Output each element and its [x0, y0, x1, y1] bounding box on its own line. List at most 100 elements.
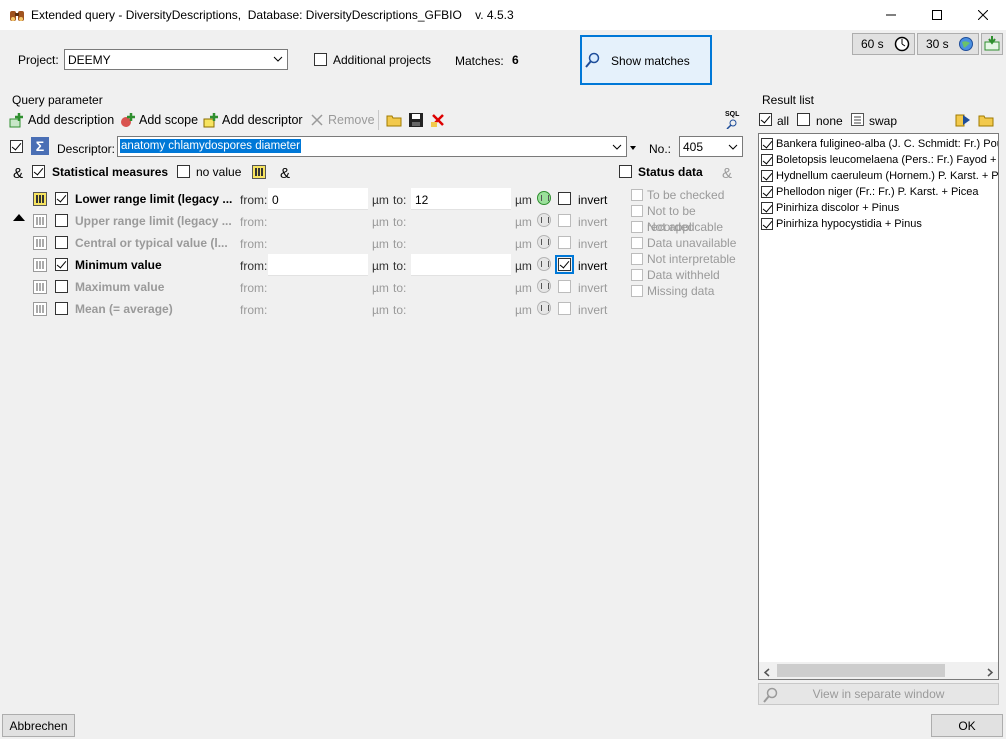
- calculator-icon[interactable]: [33, 214, 47, 228]
- clear-icon[interactable]: [430, 112, 446, 131]
- invert-checkbox[interactable]: [555, 255, 574, 274]
- result-checkbox[interactable]: [761, 218, 773, 230]
- scroll-right-icon[interactable]: [986, 666, 994, 679]
- status-checkbox[interactable]: [631, 189, 643, 201]
- status-item[interactable]: Not interpretable: [631, 251, 741, 267]
- cancel-button[interactable]: Abbrechen: [2, 714, 75, 737]
- waveform-icon[interactable]: [537, 235, 551, 249]
- result-list-box[interactable]: Bankera fuligineo-alba (J. C. Schmidt: F…: [758, 133, 999, 680]
- measure-checkbox[interactable]: [55, 214, 68, 227]
- result-checkbox[interactable]: [761, 170, 773, 182]
- add-scope-button[interactable]: Add scope: [120, 112, 198, 128]
- ok-button[interactable]: OK: [931, 714, 1003, 737]
- scrollbar-thumb[interactable]: [777, 664, 945, 677]
- measure-checkbox[interactable]: [55, 258, 68, 271]
- invert-checkbox[interactable]: [558, 192, 571, 205]
- result-list-item[interactable]: Bankera fuligineo-alba (J. C. Schmidt: F…: [759, 136, 998, 152]
- number-select[interactable]: 405: [679, 136, 743, 157]
- load-list-icon[interactable]: [955, 112, 971, 131]
- all-checkbox[interactable]: [759, 113, 772, 126]
- waveform-icon[interactable]: [537, 191, 551, 205]
- unit-label: µm: [372, 303, 389, 317]
- project-select[interactable]: DEEMY: [64, 49, 288, 70]
- view-separate-window-button[interactable]: View in separate window: [758, 683, 999, 705]
- remove-button[interactable]: Remove: [309, 112, 375, 128]
- calculator-icon[interactable]: [33, 302, 47, 316]
- status-checkbox[interactable]: [631, 269, 643, 281]
- result-list-item[interactable]: Pinirhiza discolor + Pinus: [759, 200, 998, 216]
- calculator-icon[interactable]: [33, 192, 47, 206]
- and-operator-label[interactable]: &: [13, 165, 23, 182]
- dropdown-arrow-icon[interactable]: [630, 141, 638, 155]
- status-and-operator[interactable]: &: [722, 165, 732, 182]
- statistical-measures-checkbox[interactable]: [32, 165, 45, 178]
- status-item[interactable]: To be checked: [631, 187, 741, 203]
- descriptor-checkbox[interactable]: [10, 140, 23, 153]
- calculator-icon[interactable]: [33, 258, 47, 272]
- status-item[interactable]: Missing data: [631, 283, 741, 299]
- to-input[interactable]: 12: [411, 188, 511, 210]
- result-checkbox[interactable]: [761, 186, 773, 198]
- result-checkbox[interactable]: [761, 138, 773, 150]
- status-data-checkbox[interactable]: [619, 165, 632, 178]
- close-button[interactable]: [960, 0, 1006, 30]
- status-checkbox[interactable]: [631, 285, 643, 297]
- waveform-icon[interactable]: [537, 301, 551, 315]
- from-input[interactable]: 0: [268, 188, 368, 210]
- result-list-item[interactable]: Boletopsis leucomelaena (Pers.: Fr.) Fay…: [759, 152, 998, 168]
- timer-60s-button[interactable]: 60 s: [852, 33, 915, 55]
- invert-checkbox[interactable]: [558, 214, 571, 227]
- unit-label: µm: [372, 237, 389, 251]
- measure-checkbox[interactable]: [55, 236, 68, 249]
- maximize-button[interactable]: [914, 0, 960, 30]
- descriptor-select[interactable]: anatomy chlamydospores diameter: [117, 136, 627, 157]
- open-folder-icon[interactable]: [386, 112, 402, 131]
- minimize-button[interactable]: [868, 0, 914, 30]
- status-checkbox[interactable]: [631, 205, 643, 217]
- horizontal-scrollbar[interactable]: [759, 662, 998, 679]
- calculator-icon[interactable]: [33, 280, 47, 294]
- status-checkbox[interactable]: [631, 221, 643, 233]
- timer-30s-button[interactable]: 30 s: [917, 33, 979, 55]
- measure-checkbox[interactable]: [55, 302, 68, 315]
- show-matches-button[interactable]: Show matches: [580, 35, 712, 85]
- status-item[interactable]: Data unavailable: [631, 235, 741, 251]
- result-checkbox[interactable]: [761, 154, 773, 166]
- status-list: To be checked Not to be recorded Not appli…: [631, 187, 741, 299]
- folder-icon[interactable]: [978, 112, 994, 131]
- additional-projects-checkbox[interactable]: [314, 53, 327, 66]
- status-checkbox[interactable]: [631, 237, 643, 249]
- invert-checkbox[interactable]: [558, 280, 571, 293]
- status-item[interactable]: Not applicable: [631, 219, 741, 235]
- status-item[interactable]: Data withheld: [631, 267, 741, 283]
- save-icon[interactable]: [408, 112, 424, 131]
- calculator-icon[interactable]: [33, 236, 47, 250]
- sort-up-icon[interactable]: [13, 210, 25, 224]
- from-input[interactable]: [268, 254, 368, 276]
- invert-checkbox[interactable]: [558, 302, 571, 315]
- none-checkbox[interactable]: [797, 113, 810, 126]
- waveform-icon[interactable]: [537, 257, 551, 271]
- status-item[interactable]: Not to be recorded: [631, 203, 741, 234]
- waveform-icon[interactable]: [537, 213, 551, 227]
- measure-checkbox[interactable]: [55, 280, 68, 293]
- result-list-item[interactable]: Hydnellum caeruleum (Hornem.) P. Karst. …: [759, 168, 998, 184]
- sql-icon[interactable]: SQL: [725, 111, 739, 129]
- no-value-checkbox[interactable]: [177, 165, 190, 178]
- status-checkbox[interactable]: [631, 253, 643, 265]
- add-description-button[interactable]: Add description: [9, 112, 114, 128]
- swap-icon[interactable]: [851, 113, 864, 126]
- invert-checkbox[interactable]: [558, 236, 571, 249]
- scroll-left-icon[interactable]: [763, 666, 771, 679]
- to-label: to:: [393, 215, 407, 229]
- calculator-icon[interactable]: [252, 165, 266, 179]
- result-list-item[interactable]: Phellodon niger (Fr.: Fr.) P. Karst. + P…: [759, 184, 998, 200]
- and-operator-label-2[interactable]: &: [280, 165, 290, 182]
- result-checkbox[interactable]: [761, 202, 773, 214]
- result-list-item[interactable]: Pinirhiza hypocystidia + Pinus: [759, 216, 998, 232]
- waveform-icon[interactable]: [537, 279, 551, 293]
- add-descriptor-button[interactable]: Add descriptor: [203, 112, 303, 128]
- to-input[interactable]: [411, 254, 511, 276]
- measure-checkbox[interactable]: [55, 192, 68, 205]
- download-button[interactable]: [981, 33, 1003, 55]
